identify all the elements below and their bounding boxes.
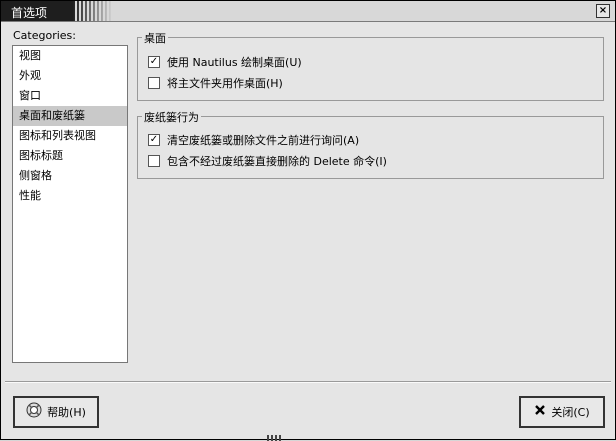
checkbox-delete-command[interactable] [148, 155, 160, 167]
resize-grip[interactable] [267, 435, 281, 441]
desktop-group: 桌面 ✓ 使用 Nautilus 绘制桌面(U) 将主文件夹用作桌面(H) [137, 30, 604, 101]
option-nautilus-desktop-label: 使用 Nautilus 绘制桌面(U) [167, 56, 302, 69]
preferences-window: 首选项 × Categories: 视图 外观 窗口 桌面和废纸篓 图标和列表视… [0, 0, 616, 441]
category-item-appearance[interactable]: 外观 [13, 66, 127, 86]
window-title: 首选项 [1, 1, 73, 21]
title-decoration [73, 1, 113, 21]
option-home-as-desktop-label: 将主文件夹用作桌面(H) [167, 77, 283, 90]
option-ask-before-empty[interactable]: ✓ 清空废纸篓或删除文件之前进行询问(A) [148, 132, 359, 148]
category-item-icon-list-views[interactable]: 图标和列表视图 [13, 126, 127, 146]
trash-group: 废纸篓行为 ✓ 清空废纸篓或删除文件之前进行询问(A) 包含不经过废纸篓直接删除… [137, 109, 604, 179]
category-item-windows[interactable]: 窗口 [13, 86, 127, 106]
help-button-label: 帮助(H) [47, 406, 86, 419]
title-bar[interactable]: 首选项 × [1, 1, 615, 22]
close-x-icon [534, 404, 546, 420]
option-delete-command[interactable]: 包含不经过废纸篓直接删除的 Delete 命令(I) [148, 153, 387, 169]
close-button[interactable]: 关闭(C) [519, 396, 605, 428]
category-item-desktop-trash[interactable]: 桌面和废纸篓 [13, 106, 127, 126]
option-nautilus-desktop[interactable]: ✓ 使用 Nautilus 绘制桌面(U) [148, 54, 302, 70]
window-close-icon[interactable]: × [596, 4, 610, 18]
category-item-view[interactable]: 视图 [13, 46, 127, 66]
option-delete-command-label: 包含不经过废纸篓直接删除的 Delete 命令(I) [167, 155, 387, 168]
category-item-side-pane[interactable]: 侧窗格 [13, 166, 127, 186]
categories-label: Categories: [13, 29, 76, 42]
trash-group-title: 废纸篓行为 [142, 109, 201, 125]
checkbox-ask-before-empty[interactable]: ✓ [148, 134, 160, 146]
help-icon [26, 402, 42, 422]
desktop-group-title: 桌面 [142, 30, 168, 46]
option-ask-before-empty-label: 清空废纸篓或删除文件之前进行询问(A) [167, 134, 360, 147]
option-home-as-desktop[interactable]: 将主文件夹用作桌面(H) [148, 75, 283, 91]
categories-list[interactable]: 视图 外观 窗口 桌面和废纸篓 图标和列表视图 图标标题 侧窗格 性能 [12, 45, 128, 363]
help-button[interactable]: 帮助(H) [13, 396, 99, 428]
category-item-performance[interactable]: 性能 [13, 186, 127, 206]
button-separator [5, 381, 611, 383]
checkbox-home-as-desktop[interactable] [148, 77, 160, 89]
checkbox-nautilus-desktop[interactable]: ✓ [148, 56, 160, 68]
close-button-label: 关闭(C) [551, 406, 590, 419]
category-item-icon-captions[interactable]: 图标标题 [13, 146, 127, 166]
